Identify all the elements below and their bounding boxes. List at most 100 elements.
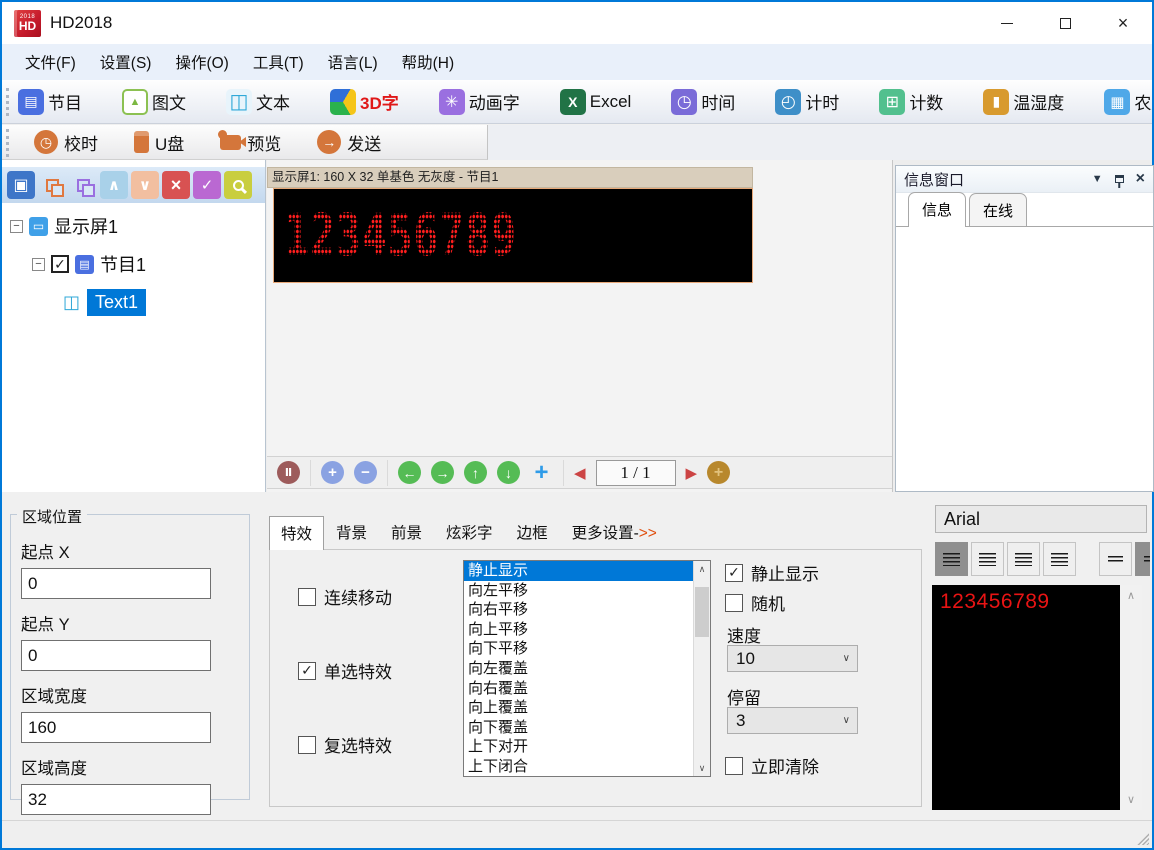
minimize-button[interactable]	[978, 2, 1036, 44]
effect-option-selected[interactable]: 静止显示	[464, 561, 693, 581]
close-panel-icon[interactable]: ×	[1136, 170, 1145, 188]
region-height-input[interactable]	[21, 784, 211, 815]
tree-item-text1[interactable]: ◫ Text1	[62, 289, 265, 316]
zoom-in-button[interactable]: +	[321, 461, 344, 484]
toolbar-item-excel[interactable]: X Excel	[560, 89, 632, 115]
random-option[interactable]: 随机	[725, 590, 785, 615]
region-width-input[interactable]	[21, 712, 211, 743]
close-button[interactable]: ×	[1094, 2, 1152, 44]
scroll-down-icon[interactable]: ∨	[1120, 793, 1142, 806]
clear-immediately-option[interactable]: 立即清除	[725, 753, 819, 778]
scroll-up-icon[interactable]: ∧	[694, 561, 710, 577]
tab-background[interactable]: 背景	[324, 515, 379, 549]
menu-item-language[interactable]: 语言(L)	[319, 46, 387, 78]
menu-item-file[interactable]: 文件(F)	[16, 46, 85, 78]
toolbar-item-program[interactable]: ▤ 节目	[18, 89, 82, 115]
menu-item-settings[interactable]: 设置(S)	[91, 46, 161, 78]
multi-effect-option[interactable]: 复选特效	[298, 732, 392, 757]
tree-item-program[interactable]: − ✓ ▤ 节目1	[32, 251, 265, 277]
pause-button[interactable]: Ⅱ	[277, 461, 300, 484]
zoom-out-button[interactable]: −	[354, 461, 377, 484]
random-checkbox[interactable]	[725, 594, 743, 612]
toolbar-item-counter[interactable]: ⊞ 计数	[879, 89, 943, 115]
speed-dropdown[interactable]: 10 ∨	[727, 645, 858, 672]
clear-immediately-checkbox[interactable]	[725, 757, 743, 775]
effect-option[interactable]: 向下覆盖	[464, 718, 693, 738]
toolbar-item-timer[interactable]: ◴ 计时	[775, 89, 839, 115]
toolbar-item-3d-text[interactable]: 3D字	[330, 89, 399, 115]
align-center-button[interactable]	[971, 542, 1004, 576]
effect-option[interactable]: 向右覆盖	[464, 679, 693, 699]
color-wheel-button[interactable]: +	[707, 461, 730, 484]
effect-option[interactable]: 向上覆盖	[464, 698, 693, 718]
effect-list-scrollbar[interactable]: ∧ ∨	[693, 561, 710, 776]
toolbar-item-graphic-text[interactable]: ▲ 图文	[122, 89, 186, 115]
effect-option[interactable]: 向左平移	[464, 581, 693, 601]
toolbar-item-preview[interactable]: 预览	[220, 130, 281, 155]
font-name-field[interactable]: Arial	[935, 505, 1147, 533]
search-button[interactable]	[224, 171, 252, 199]
static-display-checkbox[interactable]: ✓	[725, 564, 743, 582]
menu-item-help[interactable]: 帮助(H)	[393, 46, 464, 78]
tab-border[interactable]: 边框	[505, 515, 560, 549]
tab-info[interactable]: 信息	[908, 192, 966, 227]
single-effect-option[interactable]: ✓ 单选特效	[298, 658, 392, 683]
valign-middle-button[interactable]	[1099, 542, 1132, 576]
pin-icon[interactable]	[1115, 175, 1124, 183]
maximize-button[interactable]	[1036, 2, 1094, 44]
tree-item-screen[interactable]: − ▭ 显示屏1	[10, 213, 265, 239]
continuous-move-checkbox[interactable]	[298, 588, 316, 606]
toolbar-item-temp-humidity[interactable]: ▮ 温湿度	[983, 89, 1064, 115]
valign-bottom-button[interactable]	[1135, 542, 1150, 576]
confirm-button[interactable]: ✓	[193, 171, 221, 199]
delete-button[interactable]: ×	[162, 171, 190, 199]
move-up-button[interactable]: ∧	[100, 171, 128, 199]
center-move-button[interactable]: +	[530, 461, 553, 484]
collapse-icon[interactable]: −	[32, 258, 45, 271]
tab-online[interactable]: 在线	[969, 193, 1027, 226]
align-justify-button[interactable]	[1043, 542, 1076, 576]
single-effect-checkbox[interactable]: ✓	[298, 662, 316, 680]
pan-up-button[interactable]: ↑	[464, 461, 487, 484]
effect-option[interactable]: 向右平移	[464, 600, 693, 620]
menu-item-operation[interactable]: 操作(O)	[166, 46, 237, 78]
screen-settings-button[interactable]: ▣	[7, 171, 35, 199]
scrollbar-thumb[interactable]	[695, 587, 709, 637]
toolbar-item-lunar-calendar[interactable]: ▦ 农历	[1104, 89, 1152, 115]
start-x-input[interactable]	[21, 568, 211, 599]
effect-option[interactable]: 向上平移	[464, 620, 693, 640]
align-left-button[interactable]	[935, 542, 968, 576]
continuous-move-option[interactable]: 连续移动	[298, 584, 392, 609]
effect-option[interactable]: 上下对开	[464, 737, 693, 757]
pan-left-button[interactable]: ←	[398, 461, 421, 484]
collapse-icon[interactable]: −	[10, 220, 23, 233]
start-y-input[interactable]	[21, 640, 211, 671]
effect-option[interactable]: 向左覆盖	[464, 659, 693, 679]
multi-effect-checkbox[interactable]	[298, 736, 316, 754]
menu-item-tools[interactable]: 工具(T)	[244, 46, 313, 78]
toolbar-item-time-sync[interactable]: ◷ 校时	[34, 130, 98, 155]
program-checkbox[interactable]: ✓	[51, 255, 69, 273]
toolbar-item-usb[interactable]: U盘	[134, 130, 184, 155]
align-right-button[interactable]	[1007, 542, 1040, 576]
tab-effects[interactable]: 特效	[269, 516, 324, 550]
layers-button[interactable]	[38, 171, 66, 199]
toolbar-item-time[interactable]: ◷ 时间	[671, 89, 735, 115]
toolbar-item-animated-text[interactable]: ✳ 动画字	[439, 89, 520, 115]
tab-more-settings[interactable]: 更多设置->>	[560, 515, 669, 549]
stay-dropdown[interactable]: 3 ∨	[727, 707, 858, 734]
dropdown-arrow-icon[interactable]: ▼	[1092, 173, 1103, 185]
prev-page-button[interactable]: ◀	[574, 464, 586, 482]
pan-down-button[interactable]: ↓	[497, 461, 520, 484]
toolbar-item-text[interactable]: ◫ 文本	[226, 89, 290, 115]
move-down-button[interactable]: ∨	[131, 171, 159, 199]
next-page-button[interactable]: ▶	[686, 464, 698, 482]
tab-colorful-text[interactable]: 炫彩字	[434, 515, 505, 549]
tab-foreground[interactable]: 前景	[379, 515, 434, 549]
scroll-down-icon[interactable]: ∨	[694, 760, 710, 776]
scroll-up-icon[interactable]: ∧	[1120, 589, 1142, 602]
resize-grip[interactable]	[1136, 832, 1149, 845]
effect-option[interactable]: 上下闭合	[464, 757, 693, 776]
static-display-option[interactable]: ✓ 静止显示	[725, 560, 819, 585]
pan-right-button[interactable]: →	[431, 461, 454, 484]
